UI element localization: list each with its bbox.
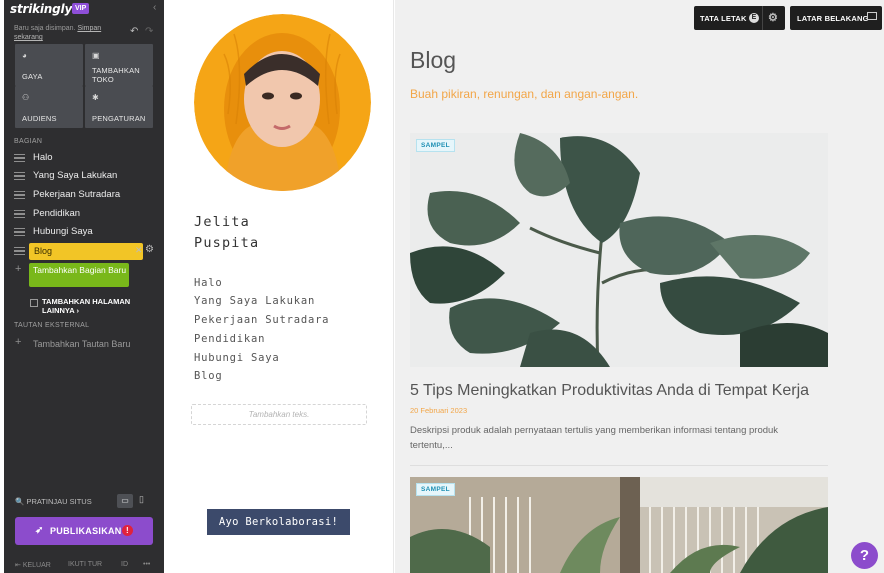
section-item-blog[interactable]: Blog ✕ ⚙ [14, 243, 156, 260]
section-settings-icon[interactable]: ⚙ [145, 244, 154, 255]
divider [762, 6, 763, 30]
audience-label: AUDIENS [22, 114, 57, 123]
add-page-button[interactable]: TAMBAHKAN HALAMAN LAINNYA › [42, 297, 142, 315]
delete-section-icon[interactable]: ✕ [135, 245, 143, 256]
palette-icon: ◕ [22, 51, 27, 60]
publish-label: PUBLIKASIKAN [50, 526, 122, 536]
preview-site[interactable]: 🔍 PRATINJAU SITUS [15, 497, 92, 506]
drag-handle-icon[interactable] [14, 247, 25, 255]
plus-icon: + [15, 263, 22, 275]
sections-heading: BAGIAN [14, 138, 43, 145]
redo-icon[interactable]: ↷ [145, 26, 153, 37]
site-nav-halo[interactable]: Halo [194, 277, 223, 289]
section-label: Pendidikan [33, 208, 81, 219]
settings-label: PENGATURAN [92, 114, 146, 123]
drag-handle-icon[interactable] [14, 172, 25, 180]
section-item-director-work[interactable]: Pekerjaan Sutradara [14, 187, 156, 203]
style-label: GAYA [22, 72, 43, 81]
section-item-education[interactable]: Pendidikan [14, 206, 156, 222]
section-label: Halo [33, 152, 53, 163]
blog-section: TATA LETAK E ⚙ LATAR BELAKANG Blog Buah … [395, 0, 884, 573]
tour-link[interactable]: IKUTI TUR [68, 561, 102, 568]
logout-label: KELUAR [22, 562, 51, 569]
add-text-placeholder[interactable]: Tambahkan teks. [191, 404, 367, 425]
editor-sidebar: strikingly VIP ‹ Baru saja disimpan. Sim… [0, 0, 164, 573]
add-store-button[interactable]: ▣ TAMBAHKAN TOKO [85, 44, 153, 86]
saved-note: Baru saja disimpan. [14, 25, 76, 32]
layout-button[interactable]: TATA LETAK E ⚙ [694, 6, 785, 30]
background-button[interactable]: LATAR BELAKANG [790, 6, 882, 30]
publish-button[interactable]: ➶ PUBLIKASIKAN ! [15, 517, 153, 545]
drag-handle-icon[interactable] [14, 154, 25, 162]
site-nav-director-work[interactable]: Pekerjaan Sutradara [194, 314, 329, 326]
blog-title: Blog [410, 47, 457, 73]
drag-handle-icon[interactable] [14, 210, 25, 218]
profile-column: Jelita Puspita Halo Yang Saya Lakukan Pe… [164, 0, 394, 573]
plus-icon: + [15, 336, 22, 348]
site-nav-contact[interactable]: Hubungi Saya [194, 352, 279, 364]
logout-link[interactable]: ⇤ KELUAR [15, 561, 51, 569]
brand-logo: strikingly [10, 2, 73, 16]
name-line-1: Jelita [194, 214, 250, 230]
layout-badge: E [749, 13, 759, 23]
section-item-what-i-do[interactable]: Yang Saya Lakukan [14, 168, 156, 184]
layout-label: TATA LETAK [700, 14, 747, 23]
gear-icon[interactable]: ⚙ [768, 11, 778, 24]
sample-badge: SAMPEL [416, 139, 455, 152]
post-image[interactable]: SAMPEL [410, 477, 828, 573]
section-label: Blog [34, 246, 53, 256]
audience-button[interactable]: ⚇ AUDIENS [15, 86, 83, 128]
warning-icon: ! [122, 525, 133, 536]
audience-icon: ⚇ [22, 93, 30, 102]
vip-badge: VIP [72, 3, 90, 14]
left-edge-strip [0, 0, 4, 573]
add-store-label: TAMBAHKAN TOKO [92, 66, 140, 84]
save-status: Baru saja disimpan. Simpan sekarang [14, 24, 124, 42]
site-nav-education[interactable]: Pendidikan [194, 333, 265, 345]
add-section-button[interactable]: Tambahkan Bagian Baru [29, 263, 129, 287]
post-image[interactable]: SAMPEL [410, 133, 828, 367]
blog-subtitle: Buah pikiran, renungan, dan angan-angan. [410, 87, 639, 101]
profile-avatar[interactable] [194, 14, 371, 191]
undo-icon[interactable]: ↶ [130, 26, 138, 37]
section-label: Yang Saya Lakukan [33, 170, 118, 181]
drag-handle-icon[interactable] [14, 228, 25, 236]
drag-handle-icon[interactable] [14, 191, 25, 199]
add-external-link-button[interactable]: Tambahkan Tautan Baru [33, 339, 133, 349]
rocket-icon: ➶ [35, 525, 44, 536]
collaborate-button[interactable]: Ayo Berkolaborasi! [207, 509, 350, 535]
post-title[interactable]: 5 Tips Meningkatkan Produktivitas Anda d… [410, 382, 809, 400]
section-item-halo[interactable]: Halo [14, 150, 156, 166]
language-link[interactable]: ID [121, 561, 128, 568]
style-button[interactable]: ◕ GAYA [15, 44, 83, 86]
post-divider [410, 465, 828, 466]
collapse-panel-icon[interactable]: ‹ [153, 2, 156, 13]
post-date: 20 Februari 2023 [410, 406, 468, 415]
store-icon: ▣ [92, 51, 100, 60]
sample-badge: SAMPEL [416, 483, 455, 496]
help-button[interactable]: ? [851, 542, 878, 569]
site-nav-blog[interactable]: Blog [194, 370, 223, 382]
site-owner-name: Jelita Puspita [194, 212, 259, 254]
external-links-heading: TAUTAN EKSTERNAL [14, 322, 90, 329]
page-icon [30, 299, 38, 307]
more-menu-icon[interactable]: ••• [143, 561, 150, 568]
name-line-2: Puspita [194, 235, 260, 251]
section-label: Hubungi Saya [33, 226, 93, 237]
background-label: LATAR BELAKANG [797, 14, 869, 23]
desktop-preview-icon[interactable]: ▭ [117, 494, 133, 508]
post-description: Deskripsi produk adalah pernyataan tertu… [410, 425, 779, 451]
section-item-contact[interactable]: Hubungi Saya [14, 224, 156, 240]
add-page-label: TAMBAHKAN HALAMAN LAINNYA [42, 297, 131, 315]
gear-icon: ✱ [92, 93, 99, 102]
site-nav-what-i-do[interactable]: Yang Saya Lakukan [194, 295, 315, 307]
image-icon [867, 12, 877, 20]
settings-button[interactable]: ✱ PENGATURAN [85, 86, 153, 128]
section-label: Pekerjaan Sutradara [33, 189, 121, 200]
mobile-preview-icon[interactable]: ▯ [139, 494, 144, 505]
preview-label: PRATINJAU SITUS [26, 497, 92, 506]
